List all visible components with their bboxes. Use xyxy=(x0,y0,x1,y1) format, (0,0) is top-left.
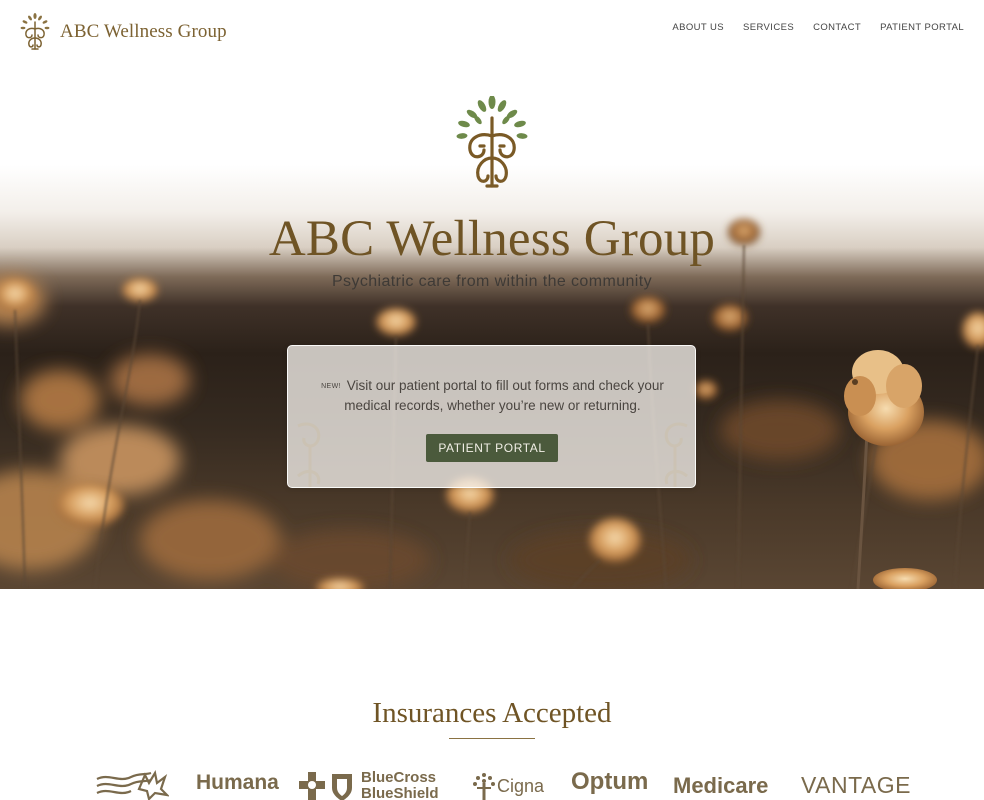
nav-contact[interactable]: CONTACT xyxy=(813,22,861,33)
site-header: ABC Wellness Group ABOUT US SERVICES CON… xyxy=(0,0,984,64)
cigna-tree-icon xyxy=(473,773,495,800)
notice-message: Visit our patient portal to fill out for… xyxy=(344,378,664,413)
optum-logo: Optum xyxy=(571,768,649,795)
medicare-logo: Medicare xyxy=(673,773,769,798)
brand[interactable]: ABC Wellness Group xyxy=(20,13,227,51)
cigna-logo: Cigna xyxy=(497,776,545,796)
patient-portal-notice-card: NEW! Visit our patient portal to fill ou… xyxy=(287,345,696,488)
brand-name: ABC Wellness Group xyxy=(60,21,227,42)
eagle-insurance-logo-icon xyxy=(96,769,169,800)
main-nav: ABOUT US SERVICES CONTACT PATIENT PORTAL xyxy=(672,22,964,33)
new-badge: NEW! xyxy=(321,383,341,390)
nav-patient-portal[interactable]: PATIENT PORTAL xyxy=(880,22,964,33)
insurance-logos: Humana BlueCross BlueShield Cigna Optum … xyxy=(0,765,984,800)
hero-section: ABC Wellness Group Psychiatric care from… xyxy=(0,0,984,589)
bluecross-blueshield-symbol-icon xyxy=(299,772,352,800)
notice-text: NEW! Visit our patient portal to fill ou… xyxy=(308,376,677,415)
hero-tagline: Psychiatric care from within the communi… xyxy=(331,273,652,290)
bluecross-logo: BlueCross xyxy=(361,769,437,786)
blueshield-logo: BlueShield xyxy=(361,785,439,800)
humana-logo: Humana xyxy=(196,771,279,794)
patient-portal-button[interactable]: PATIENT PORTAL xyxy=(426,434,558,462)
nav-about-us[interactable]: ABOUT US xyxy=(672,22,724,33)
leafy-monogram-icon xyxy=(456,96,528,188)
tree-monogram-icon xyxy=(20,13,50,50)
insurances-divider xyxy=(449,738,535,739)
hero-background-flowers xyxy=(0,219,984,589)
insurances-title: Insurances Accepted xyxy=(372,697,612,729)
hero-title: ABC Wellness Group xyxy=(268,211,716,267)
nav-services[interactable]: SERVICES xyxy=(743,22,794,33)
vantage-logo: VANTAGE xyxy=(801,772,911,798)
